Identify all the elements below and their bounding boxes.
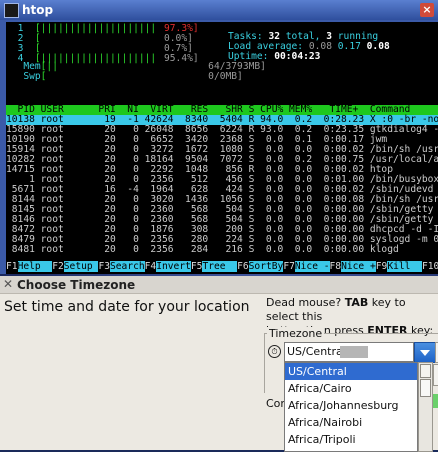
process-row[interactable]: 8481 root 20 0 2356 284 216 S 0.0 0.0 0:… — [6, 245, 438, 255]
function-key-bar: F1Help F2Setup F3SearchF4InvertF5Tree F6… — [6, 261, 438, 272]
fkey-number: F6 — [237, 261, 249, 272]
terminal-window[interactable]: htop × 1 [|||||||||||||||||||| 97.3%] 2 [… — [0, 0, 438, 274]
terminal-icon — [4, 3, 19, 18]
cpu-percent: 0.7%] — [164, 43, 193, 54]
fkey-number: F10 — [421, 261, 438, 272]
clock-icon: ⏱ — [268, 345, 281, 358]
scroll-up-icon[interactable] — [420, 364, 431, 378]
timezone-combo-value: US/Central — [287, 345, 346, 358]
timezone-option-label: Africa/Nairobi — [288, 416, 363, 429]
timezone-combobox[interactable]: US/Central — [284, 342, 414, 362]
fkey-number: F7 — [283, 261, 295, 272]
terminal-title: htop — [22, 3, 54, 17]
timezone-option[interactable]: Africa/Tripoli — [285, 431, 417, 448]
fkey-action[interactable]: Search — [110, 261, 145, 272]
fkey-number: F9 — [375, 261, 388, 272]
htop-screen[interactable]: 1 [|||||||||||||||||||| 97.3%] 2 [0.0%] 3… — [6, 22, 438, 274]
dialog-heading: Set time and date for your location — [4, 299, 250, 315]
timezone-option-label: US/Central — [288, 365, 347, 378]
fkey-action[interactable]: Kill — [387, 261, 422, 272]
fieldset-border-left — [264, 333, 265, 393]
fkey-action[interactable]: Help — [17, 261, 53, 272]
timezone-dialog: ✕ Choose Timezone Set time and date for … — [0, 276, 438, 452]
close-icon[interactable]: ✕ — [3, 277, 13, 291]
fkey-action[interactable]: Tree — [202, 261, 238, 272]
uptime: Uptime: 00:04:23 — [228, 51, 321, 62]
dropdown-scrollbar[interactable] — [418, 362, 433, 452]
timezone-group-label: Timezone — [267, 327, 325, 340]
timezone-option[interactable]: Asia/Aden — [285, 448, 417, 451]
timezone-option[interactable]: Africa/Cairo — [285, 380, 417, 397]
timezone-option[interactable]: Africa/Nairobi — [285, 414, 417, 431]
terminal-titlebar[interactable]: htop × — [0, 0, 438, 20]
cpu-percent: 0.0%] — [164, 33, 193, 44]
dropdown-arrow-button[interactable] — [414, 342, 436, 363]
fkey-action[interactable]: Nice + — [341, 261, 376, 272]
timezone-option[interactable]: US/Central — [285, 363, 417, 380]
timezone-option-label: Africa/Cairo — [288, 382, 352, 395]
fkey-number: F2 — [52, 261, 64, 272]
fkey-number: F1 — [6, 261, 18, 272]
dialog-titlebar: ✕ Choose Timezone — [0, 276, 438, 294]
swap-meter: Swp[ 0/0MB] — [23, 71, 243, 82]
fkey-action[interactable]: Invert — [156, 261, 191, 272]
timezone-option-label: Africa/Johannesburg — [288, 399, 399, 412]
fkey-number: F4 — [144, 261, 157, 272]
close-icon[interactable]: × — [420, 3, 434, 17]
side-button-2[interactable] — [433, 364, 438, 386]
fkey-action[interactable]: Nice - — [294, 261, 330, 272]
cpu-percent: 97.3%] — [164, 23, 199, 34]
timezone-dropdown-list[interactable]: US/Central Africa/Cairo Africa/Johannesbur… — [284, 362, 418, 452]
fkey-action[interactable]: Setup — [63, 261, 99, 272]
fkey-number: F3 — [98, 261, 110, 272]
fkey-number: F8 — [329, 261, 342, 272]
timezone-option-label: Africa/Tripoli — [288, 433, 356, 446]
timezone-option[interactable]: Africa/Johannesburg — [285, 397, 417, 414]
fkey-action[interactable]: SortBy — [248, 261, 284, 272]
text-selection — [340, 346, 368, 358]
dialog-title: Choose Timezone — [17, 278, 136, 292]
fkey-number: F5 — [190, 261, 203, 272]
scroll-thumb[interactable] — [420, 379, 431, 397]
